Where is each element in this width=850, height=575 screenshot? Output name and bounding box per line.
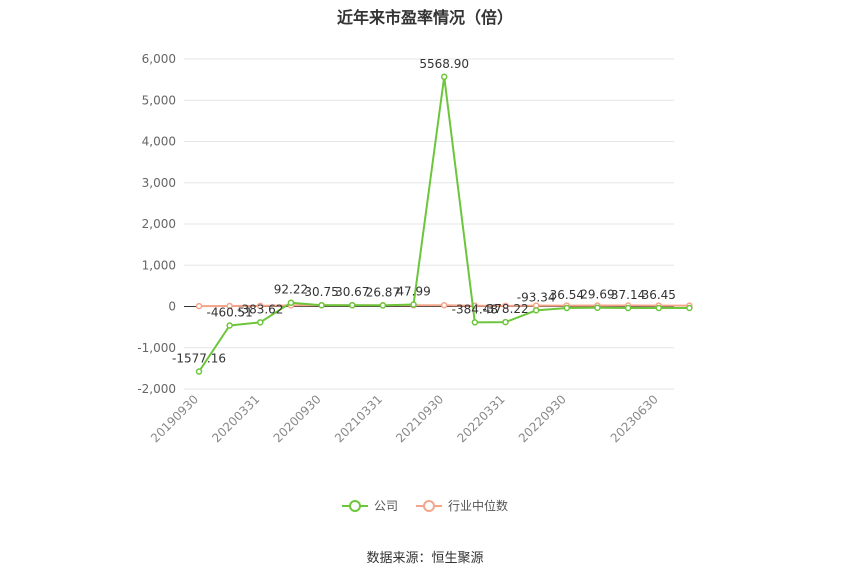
y-tick-label: 6,000 (142, 52, 176, 66)
legend-company-label: 公司 (373, 499, 398, 513)
company-data-point (410, 301, 417, 308)
data-source: 数据来源：恒生聚源 (366, 551, 484, 566)
chart-legend: 公司 行业中位数 (0, 497, 850, 514)
y-tick-label: 4,000 (142, 135, 176, 149)
company-data-label: 36.45 (642, 288, 676, 302)
x-tick-label: 20190930 (148, 392, 201, 445)
company-data-point (287, 299, 295, 306)
company-data-point (655, 304, 662, 312)
line-chart: -2,000 -1,000 0 1,000 2,000 3,000 4,000 5,000 6,… (137, 52, 693, 445)
y-tick-label: 0 (168, 300, 176, 314)
company-data-label: 47.99 (396, 285, 430, 299)
company-data-point (318, 301, 325, 309)
company-data-label: 30.67 (335, 285, 369, 299)
company-data-point (532, 307, 540, 314)
industry-median-data-point (440, 302, 448, 309)
y-tick-label: -2,000 (137, 382, 176, 396)
company-data-label: -1577.16 (172, 352, 226, 366)
x-tick-label: 20200331 (209, 392, 262, 445)
x-tick-label: 20200930 (271, 392, 324, 445)
company-data-point (440, 73, 448, 81)
company-data-point (195, 368, 203, 375)
legend-item-industry-median[interactable]: 行业中位数 (416, 497, 508, 514)
x-tick-label: 20210930 (393, 392, 446, 445)
x-tick-label: 20230630 (608, 392, 661, 445)
company-data-point (563, 304, 571, 312)
legend-industry-marker-icon (416, 499, 442, 513)
legend-company-marker-icon (341, 499, 368, 513)
company-data-point (379, 302, 387, 309)
company-data-point (686, 304, 693, 312)
company-data-point (624, 304, 632, 312)
company-data-label: 26.87 (366, 285, 400, 299)
y-tick-label: -1,000 (137, 341, 176, 355)
industry-median-data-point (195, 302, 203, 310)
legend-industry-median-label: 行业中位数 (448, 499, 509, 513)
company-data-label: 29.69 (580, 288, 614, 302)
x-tick-label: 20220331 (455, 392, 508, 445)
y-tick-label: 1,000 (142, 258, 176, 272)
x-tick-label: 20220930 (516, 392, 569, 445)
company-data-label: 5568.90 (419, 57, 469, 71)
company-data-label: 37.14 (611, 288, 645, 302)
company-data-label: -383.62 (237, 302, 283, 316)
company-data-point (471, 319, 479, 326)
company-data-point (502, 318, 509, 326)
company-data-point (257, 319, 264, 326)
y-tick-label: 5,000 (142, 93, 176, 107)
company-data-point (226, 322, 233, 329)
company-data-point (349, 301, 356, 309)
y-tick-label: 2,000 (142, 217, 176, 231)
y-tick-label: 3,000 (142, 176, 176, 190)
x-tick-label: 20210331 (332, 392, 385, 445)
company-data-label: 92.22 (274, 283, 308, 297)
company-data-label: 36.54 (550, 288, 584, 302)
company-data-label: 30.75 (304, 285, 338, 299)
legend-item-company[interactable]: 公司 (341, 497, 398, 514)
company-data-point (594, 304, 601, 311)
